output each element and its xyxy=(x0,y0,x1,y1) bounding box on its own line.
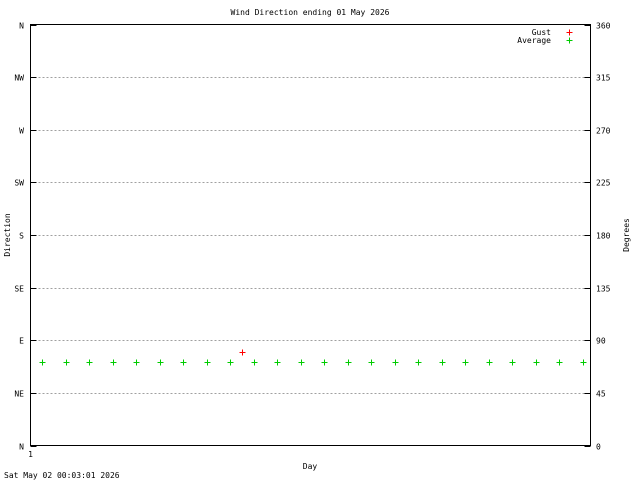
left-tick-label: N xyxy=(19,22,24,31)
average-point xyxy=(486,359,493,366)
x-tick-label: 1 xyxy=(28,450,33,459)
right-tick-label: 225 xyxy=(596,179,611,188)
average-point xyxy=(63,359,70,366)
average-point xyxy=(274,359,281,366)
average-point xyxy=(180,359,187,366)
gridlines xyxy=(30,77,591,394)
gust-point xyxy=(239,349,246,356)
legend: GustAverage xyxy=(517,28,573,45)
average-point xyxy=(368,359,375,366)
average-point xyxy=(509,359,516,366)
legend-label-average: Average xyxy=(517,36,551,45)
average-point xyxy=(133,359,140,366)
average-point xyxy=(86,359,93,366)
average-point xyxy=(556,359,563,366)
chart-title: Wind Direction ending 01 May 2026 xyxy=(231,8,390,17)
right-tick-label: 45 xyxy=(596,390,606,399)
left-tick-label: SE xyxy=(14,285,24,294)
x-axis-ticks: 1 xyxy=(28,439,33,459)
timestamp-footer: Sat May 02 00:03:01 2026 xyxy=(4,471,120,480)
average-point xyxy=(580,359,587,366)
data-points xyxy=(39,349,587,366)
average-point xyxy=(321,359,328,366)
average-point xyxy=(533,359,540,366)
left-tick-label: W xyxy=(19,127,24,136)
left-tick-label: SW xyxy=(14,179,24,188)
x-axis-label: Day xyxy=(303,462,318,471)
right-axis-label: Degrees xyxy=(622,218,631,252)
legend-marker-average xyxy=(566,37,573,44)
legend-marker-gust xyxy=(566,29,573,36)
average-point xyxy=(204,359,211,366)
average-point xyxy=(345,359,352,366)
average-point xyxy=(110,359,117,366)
average-point xyxy=(298,359,305,366)
average-point xyxy=(227,359,234,366)
average-point xyxy=(439,359,446,366)
left-tick-label: E xyxy=(19,337,24,346)
right-tick-label: 90 xyxy=(596,337,606,346)
left-axis-ticks: N NE E SE S SW W NW N xyxy=(14,22,37,452)
average-point xyxy=(462,359,469,366)
average-point xyxy=(157,359,164,366)
right-tick-label: 315 xyxy=(596,74,611,83)
average-point xyxy=(392,359,399,366)
left-tick-label: NE xyxy=(14,390,24,399)
right-tick-label: 135 xyxy=(596,285,611,294)
average-point xyxy=(251,359,258,366)
right-tick-label: 0 xyxy=(596,443,601,452)
left-axis-label: Direction xyxy=(3,213,12,257)
right-tick-label: 180 xyxy=(596,232,611,241)
left-tick-label: S xyxy=(19,232,24,241)
right-tick-label: 270 xyxy=(596,127,611,136)
average-point xyxy=(39,359,46,366)
left-tick-label: N xyxy=(19,443,24,452)
wind-direction-chart: Wind Direction ending 01 May 2026 N NE E SE… xyxy=(3,8,631,480)
left-tick-label: NW xyxy=(14,74,24,83)
right-tick-label: 360 xyxy=(596,22,611,31)
average-point xyxy=(415,359,422,366)
right-axis-ticks: 0 45 90 135 180 225 270 315 360 xyxy=(584,22,611,452)
